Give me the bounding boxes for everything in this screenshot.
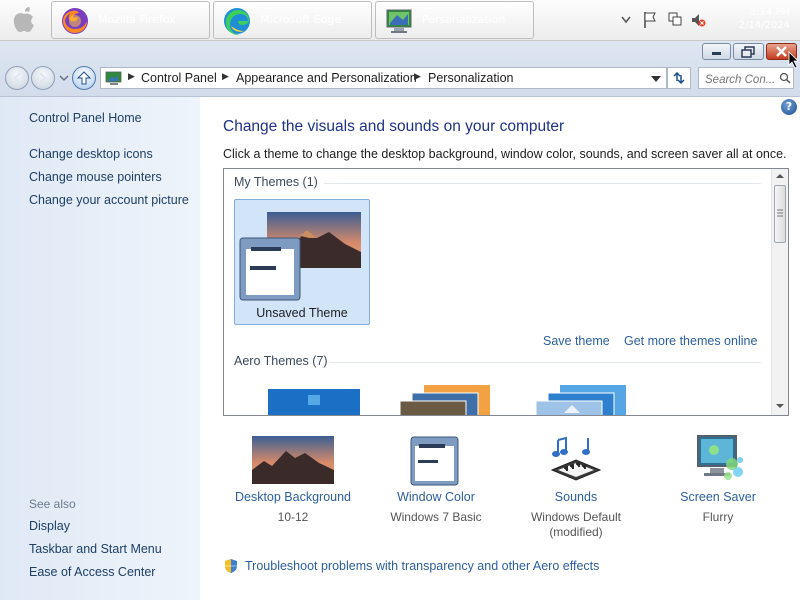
group-divider [329,362,761,363]
scroll-up-arrow-icon[interactable] [776,173,784,179]
breadcrumb-personalization[interactable]: Personalization [428,71,513,85]
taskbar-clock[interactable]: 3:14 PM 2/14/2024 [739,6,790,32]
help-icon[interactable]: ? [781,99,797,115]
page-description: Click a theme to change the desktop back… [223,147,787,161]
desktop-background-value: 10-12 [277,510,309,524]
minimize-button[interactable] [702,43,731,60]
theme-list-scrollbar[interactable] [771,169,788,415]
tray-overflow-chevron-icon[interactable] [620,10,632,30]
volume-muted-icon[interactable] [690,10,706,30]
refresh-button[interactable] [667,67,691,89]
left-navigation-pane: Control Panel Home Change desktop icons … [0,97,200,600]
aero-themes-header: Aero Themes (7) [234,354,328,368]
change-account-picture-link[interactable]: Change your account picture [29,193,189,207]
apple-icon[interactable] [8,6,40,34]
window-chrome: ▶ Control Panel ▶ Appearance and Persona… [0,41,800,97]
page-title: Change the visuals and sounds on your co… [223,118,565,135]
edge-icon [224,8,250,36]
taskbar-button-edge[interactable]: Microsoft Edge [213,1,372,39]
action-center-flag-icon[interactable] [642,10,658,30]
taskbar-label-control-panel: Personalization [422,13,506,26]
forward-arrow-icon [39,72,47,84]
my-themes-header: My Themes (1) [234,175,318,189]
taskbar-start-menu-link[interactable]: Taskbar and Start Menu [29,542,162,556]
minimize-icon [712,52,721,55]
landscapes-theme-thumbnail[interactable] [534,383,630,416]
control-panel-icon [105,71,122,85]
breadcrumb-separator-icon[interactable]: ▶ [222,72,229,82]
maximize-button[interactable] [733,43,764,60]
sounds-icon [550,436,602,481]
refresh-icon [673,71,685,85]
window-color-value: Windows 7 Basic [390,510,482,524]
display-link[interactable]: Display [29,519,70,533]
clock-time: 3:14 PM [749,7,790,18]
get-more-themes-link[interactable]: Get more themes online [624,334,757,348]
troubleshoot-aero-link[interactable]: Troubleshoot problems with transparency … [245,559,599,573]
scroll-grip-icon [777,209,783,217]
unsaved-theme-tile[interactable]: Unsaved Theme [234,199,370,325]
shield-icon [225,559,237,573]
unsaved-theme-label: Unsaved Theme [256,306,348,320]
breadcrumb-separator-icon[interactable]: ▶ [414,72,421,82]
change-mouse-pointers-link[interactable]: Change mouse pointers [29,170,162,184]
clock-date: 2/14/2024 [738,20,790,31]
up-arrow-icon [76,71,92,85]
network-icon[interactable] [667,10,683,30]
breadcrumb-separator-icon[interactable]: ▶ [128,72,135,82]
group-divider [324,183,761,184]
breadcrumb-appearance[interactable]: Appearance and Personalization [236,71,417,85]
screen-saver-icon [697,435,743,480]
recent-pages-dropdown-icon[interactable] [59,74,69,82]
windows-theme-thumbnail[interactable] [268,389,360,416]
control-panel-home-link[interactable]: Control Panel Home [29,111,142,125]
address-bar[interactable]: ▶ Control Panel ▶ Appearance and Persona… [100,67,667,89]
ease-of-access-link[interactable]: Ease of Access Center [29,565,155,579]
screen-saver-value: Flurry [702,510,734,524]
window-color-swatch [239,237,301,301]
restore-icon [741,46,755,58]
window-color-link[interactable]: Window Color [366,490,506,504]
control-panel-icon [386,9,412,33]
see-also-heading: See also [29,497,76,511]
screen-saver-link[interactable]: Screen Saver [648,490,788,504]
sounds-link[interactable]: Sounds [506,490,646,504]
breadcrumb-control-panel[interactable]: Control Panel [141,71,217,85]
address-dropdown-icon[interactable] [650,74,662,84]
back-arrow-icon [13,72,21,84]
desktop-background-link[interactable]: Desktop Background [223,490,363,504]
save-theme-link[interactable]: Save theme [543,334,610,348]
scrollbar-thumb[interactable] [774,185,786,243]
theme-list: My Themes (1) Unsaved Theme Save theme G… [223,168,789,416]
architecture-theme-thumbnail[interactable] [398,383,494,416]
sounds-value: Windows Default (modified) [530,510,622,539]
scroll-down-arrow-icon[interactable] [776,403,784,409]
desktop-background-icon [252,436,334,484]
forward-button[interactable] [31,66,55,90]
taskbar-label-firefox: Mozilla Firefox [98,13,176,26]
taskbar-label-edge: Microsoft Edge [260,13,342,26]
up-button[interactable] [72,66,96,90]
search-icon[interactable] [779,72,791,84]
change-desktop-icons-link[interactable]: Change desktop icons [29,147,153,161]
taskbar-button-control-panel[interactable]: Personalization [375,1,534,39]
taskbar: Mozilla Firefox Microsoft Edge Personali… [0,0,800,41]
back-button[interactable] [5,66,29,90]
firefox-icon [62,8,88,34]
taskbar-button-firefox[interactable]: Mozilla Firefox [51,1,210,39]
window-color-icon [410,436,459,486]
